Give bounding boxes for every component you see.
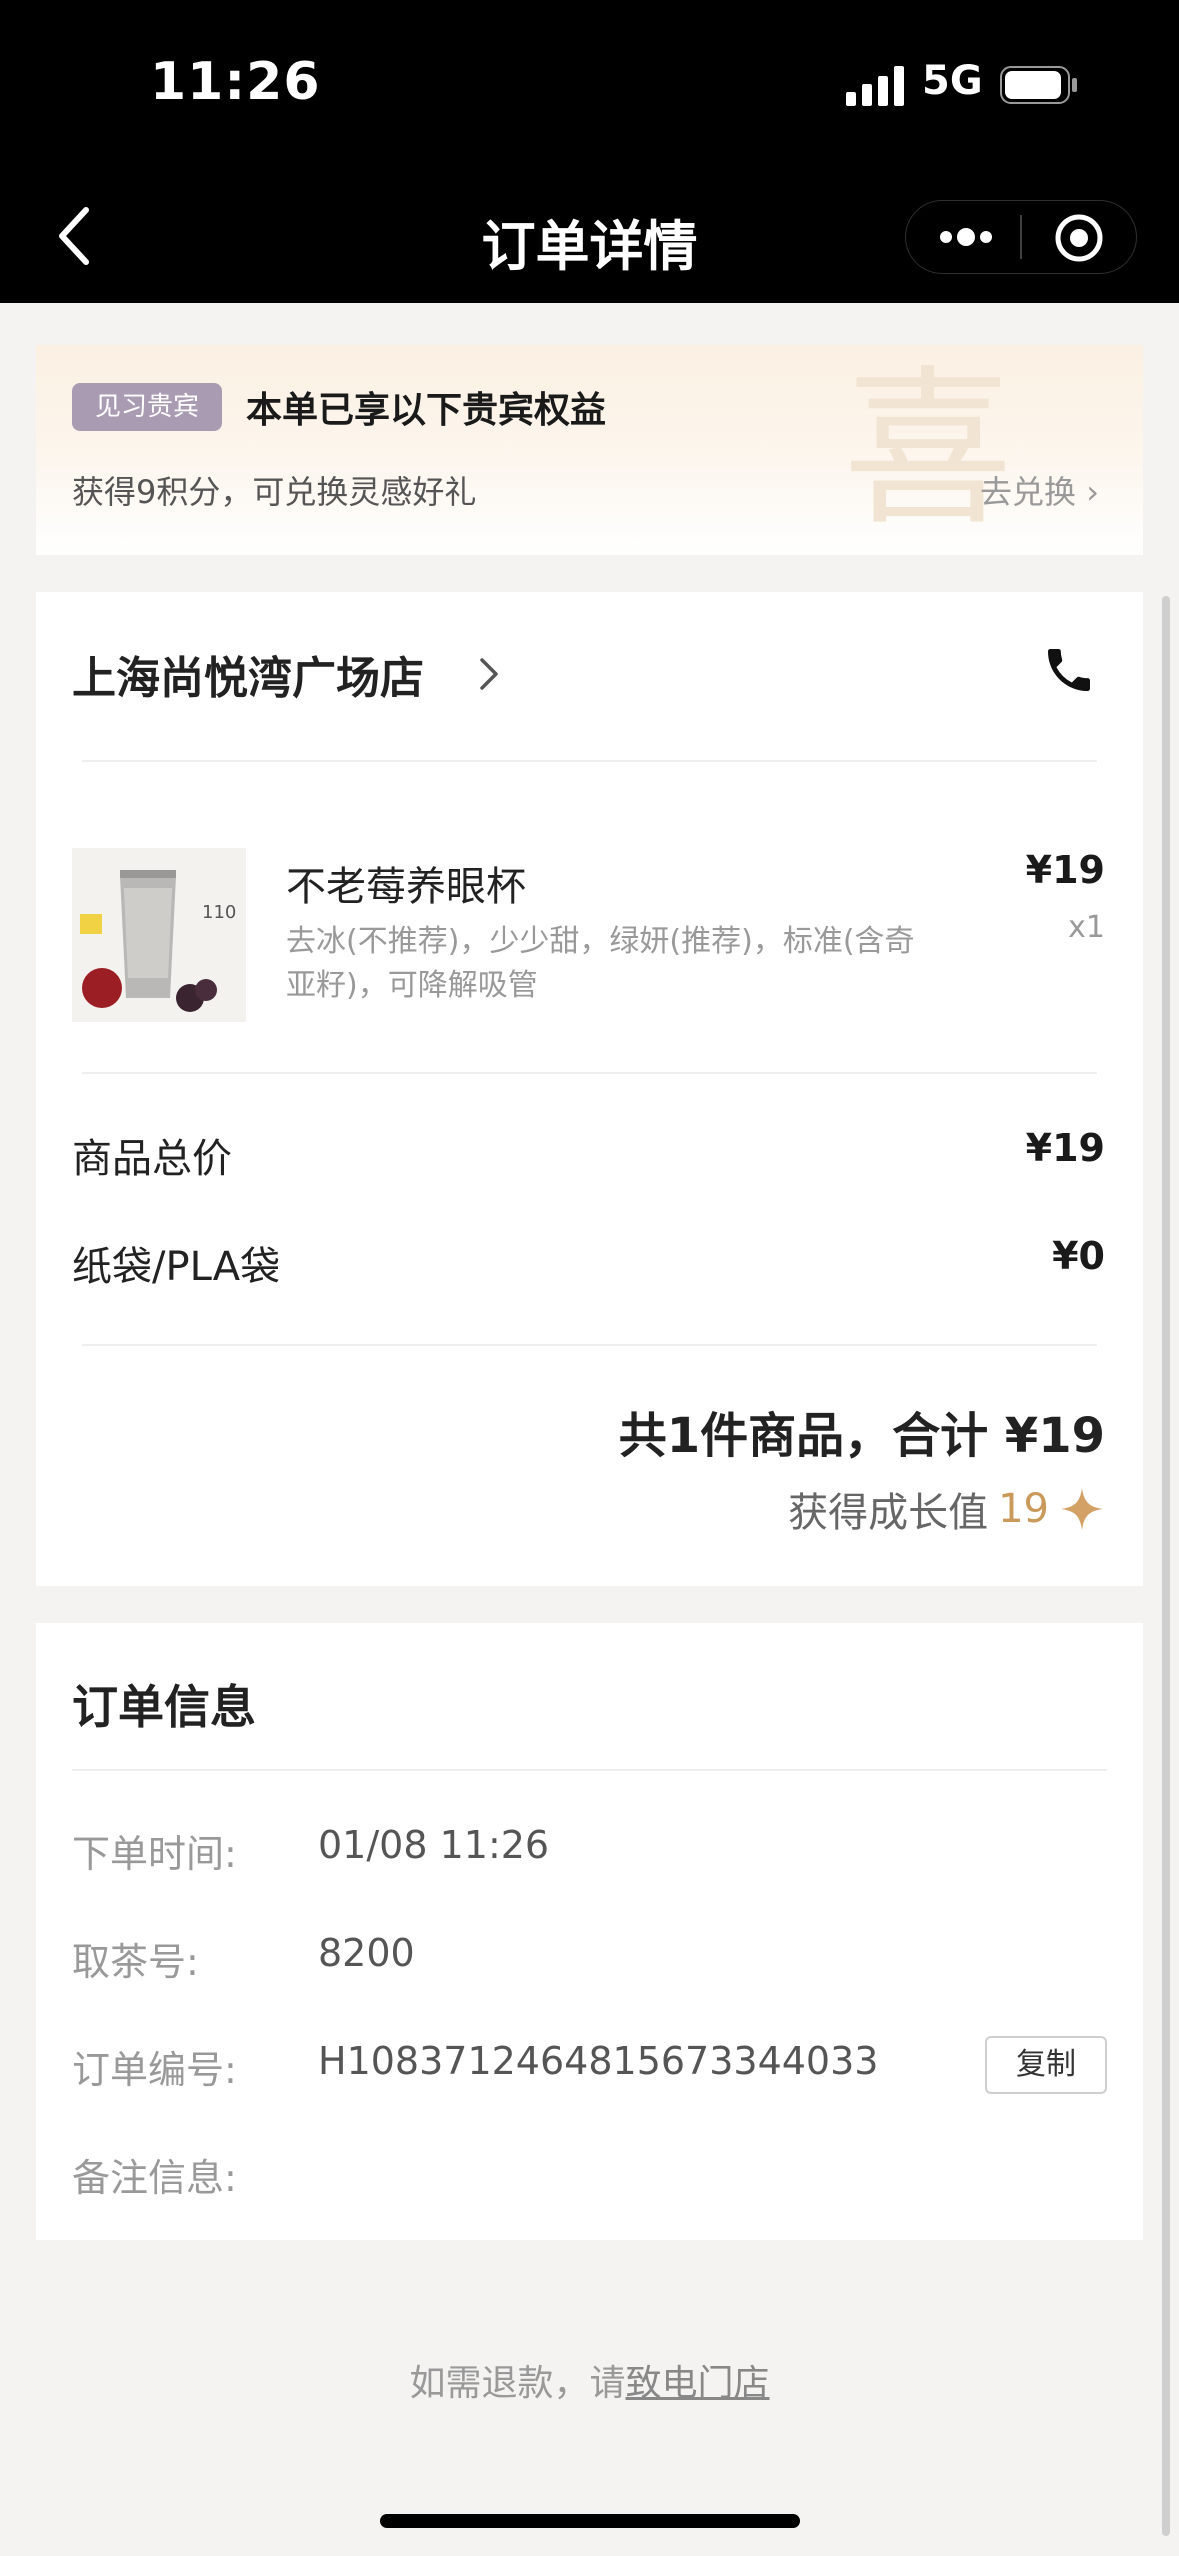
network-type: 5G (922, 58, 983, 104)
status-time: 11:26 (150, 52, 321, 112)
growth-value: 19 (998, 1486, 1049, 1532)
order-time-value: 01/08 11:26 (318, 1823, 550, 1867)
store-name[interactable]: 上海尚悦湾广场店 (72, 642, 424, 706)
points-earned-text: 获得9积分，可兑换灵感好礼 (72, 473, 477, 511)
growth-label: 获得成长值 (788, 1490, 989, 1536)
divider (72, 1769, 1107, 1771)
call-store-link[interactable]: 致电门店 (626, 2363, 770, 2404)
battery-icon (1000, 66, 1077, 104)
product-name: 不老莓养眼杯 (286, 864, 526, 910)
home-indicator[interactable] (380, 2514, 800, 2528)
order-total: 共1件商品，合计 ¥19 (618, 1408, 1105, 1464)
order-info-card: 订单信息 下单时间: 01/08 11:26 取茶号: 8200 订单编号: H… (36, 1623, 1143, 2240)
product-quantity: x1 (1068, 910, 1105, 945)
copy-button[interactable]: 复制 (985, 2036, 1107, 2094)
product-thumbnail: 110 (72, 848, 246, 1022)
vip-benefits-title: 本单已享以下贵宾权益 (246, 390, 607, 431)
miniprogram-capsule (905, 200, 1137, 274)
growth-points: 获得成长值 19 (788, 1480, 1105, 1538)
refund-hint: 如需退款，请致电门店 (0, 2354, 1179, 2406)
subtotal-value: ¥19 (1025, 1126, 1105, 1170)
navigation-bar: 订单详情 (0, 170, 1179, 303)
status-bar: 11:26 5G (0, 0, 1179, 170)
order-number-value: H1083712464815673344033 (318, 2039, 879, 2083)
vip-level-badge: 见习贵宾 (72, 383, 222, 431)
scrollbar[interactable] (1162, 596, 1170, 2536)
order-card: 上海尚悦湾广场店 110 不老莓养眼杯 去冰(不推荐)，少少甜，绿妍(推荐)，标… (36, 592, 1143, 1586)
order-time-label: 下单时间: (72, 1832, 237, 1876)
pickup-number-value: 8200 (318, 1931, 415, 1975)
capsule-divider (1020, 215, 1022, 259)
sparkle-icon (1061, 1488, 1103, 1530)
order-number-label: 订单编号: (72, 2048, 237, 2092)
close-miniprogram-icon[interactable] (1054, 213, 1104, 263)
more-icon[interactable] (936, 223, 996, 251)
divider (82, 1344, 1097, 1346)
bag-fee-label: 纸袋/PLA袋 (72, 1244, 281, 1290)
divider (82, 1072, 1097, 1074)
product-specs: 去冰(不推荐)，少少甜，绿妍(推荐)，标准(含奇亚籽)，可降解吸管 (286, 924, 915, 1003)
subtotal-label: 商品总价 (72, 1136, 232, 1182)
divider (82, 760, 1097, 762)
remark-label: 备注信息: (72, 2156, 237, 2200)
order-info-title: 订单信息 (72, 1680, 256, 1734)
phone-icon[interactable] (1041, 642, 1097, 698)
refund-hint-text: 如需退款，请 (409, 2363, 626, 2404)
chevron-right-icon[interactable] (476, 654, 502, 694)
product-image: 110 (72, 848, 246, 1022)
vip-benefits-card: 喜 见习贵宾 本单已享以下贵宾权益 获得9积分，可兑换灵感好礼 去兑换 › (36, 345, 1143, 555)
pickup-number-label: 取茶号: (72, 1940, 199, 1984)
product-price: ¥19 (1025, 848, 1105, 892)
bag-fee-value: ¥0 (1052, 1234, 1105, 1278)
signal-icon (846, 66, 904, 106)
redeem-link[interactable]: 去兑换 › (980, 467, 1099, 513)
thumb-label: 110 (202, 902, 236, 923)
